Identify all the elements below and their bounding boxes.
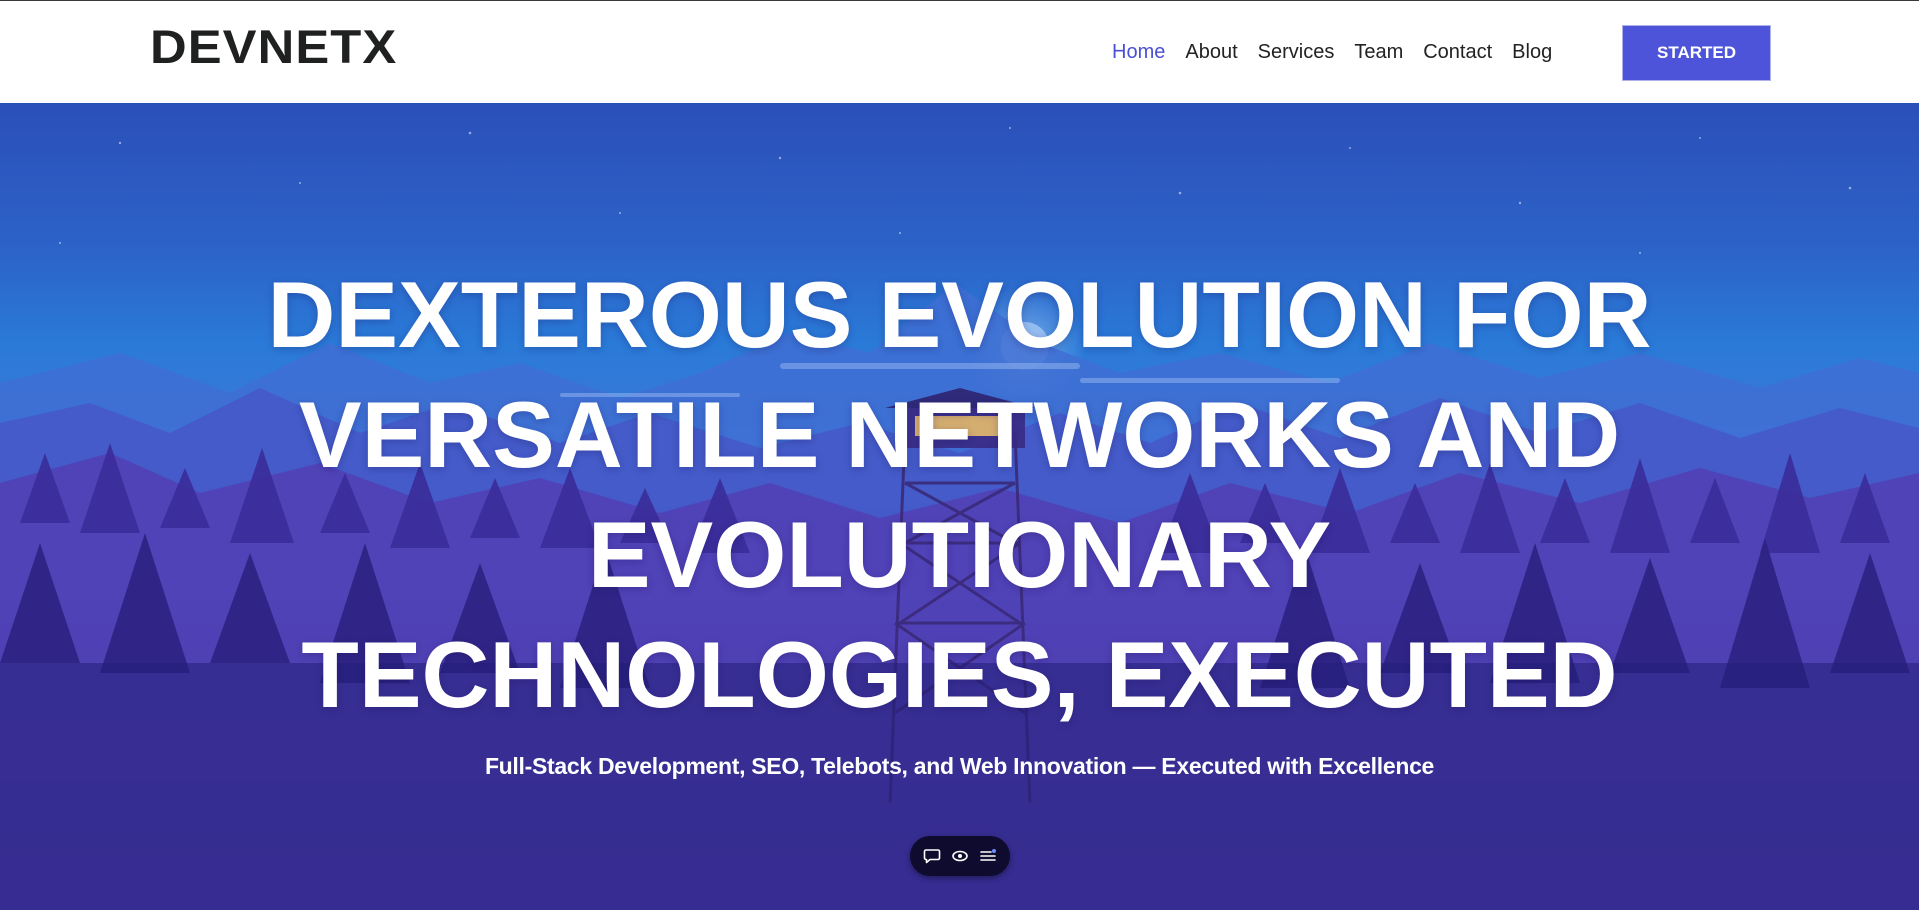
hero-headline: DEXTEROUS EVOLUTION FOR VERSATILE NETWOR… (0, 255, 1919, 735)
get-started-button[interactable]: STARTED (1623, 26, 1770, 80)
eye-icon[interactable] (949, 845, 971, 867)
main-nav: Home About Services Team Contact Blog (1112, 39, 1572, 65)
nav-item-blog[interactable]: Blog (1512, 39, 1552, 65)
nav-item-about[interactable]: About (1185, 39, 1237, 65)
hero-headline-line-4: TECHNOLOGIES, EXECUTED (301, 622, 1618, 727)
hero-section: DEXTEROUS EVOLUTION FOR VERSATILE NETWOR… (0, 103, 1919, 910)
site-header: DEVNETX Home About Services Team Contact… (0, 0, 1919, 103)
nav-item-team[interactable]: Team (1354, 39, 1403, 65)
brand-logo[interactable]: DEVNETX (150, 21, 397, 73)
hero-subtitle: Full-Stack Development, SEO, Telebots, a… (484, 753, 1435, 779)
floating-toolbar (910, 836, 1010, 876)
hero-headline-line-3: EVOLUTIONARY (587, 502, 1332, 607)
nav-item-contact[interactable]: Contact (1423, 39, 1492, 65)
hero-headline-line-1: DEXTEROUS EVOLUTION FOR (267, 262, 1652, 367)
menu-list-icon[interactable] (977, 845, 999, 867)
nav-item-home[interactable]: Home (1112, 39, 1165, 65)
hero-headline-line-2: VERSATILE NETWORKS AND (298, 382, 1621, 487)
chat-bubble-icon[interactable] (921, 845, 943, 867)
nav-item-services[interactable]: Services (1258, 39, 1335, 65)
page: DEVNETX Home About Services Team Contact… (0, 0, 1919, 910)
